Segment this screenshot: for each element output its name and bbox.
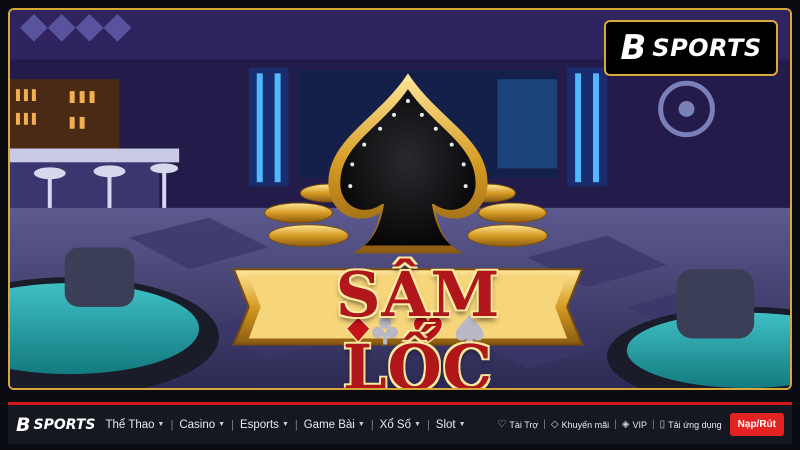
chevron-down-icon: ▼ bbox=[281, 421, 289, 428]
mobile-app-icon: ▯ bbox=[659, 419, 666, 430]
menu-item-label: Slot bbox=[435, 418, 456, 431]
vip-label: VIP bbox=[632, 419, 647, 430]
menu-item-game-bai[interactable]: Game Bài ▼ bbox=[304, 419, 365, 431]
menu-divider: | bbox=[370, 418, 374, 431]
chevron-down-icon: ▼ bbox=[414, 421, 421, 428]
chevron-down-icon: ▼ bbox=[357, 421, 365, 428]
promotion-label: Khuyến mãi bbox=[561, 419, 610, 430]
menu-divider: | bbox=[426, 418, 430, 431]
chevron-down-icon: ▼ bbox=[218, 421, 226, 428]
game-title: SÂM LỐC bbox=[335, 258, 501, 390]
utility-divider: | bbox=[543, 419, 546, 430]
menu-divider: | bbox=[170, 418, 174, 431]
vip-link[interactable]: ◈ VIP bbox=[622, 419, 647, 430]
brand-mark: B bbox=[620, 28, 647, 68]
hero-banner: SÂM LỐC B SPORTS bbox=[8, 8, 792, 390]
brand-name: SPORTS bbox=[652, 34, 762, 62]
menu-item-the-thao[interactable]: Thể Thao ▼ bbox=[106, 419, 165, 431]
chevron-down-icon: ▼ bbox=[157, 421, 165, 428]
download-app-link[interactable]: ▯ Tải ứng dụng bbox=[660, 419, 722, 430]
utility-links: ♡ Tài Trợ | ◇ Khuyến mãi | ◈ VIP | ▯ Tải… bbox=[497, 413, 784, 436]
navbar-brand-name: SPORTS bbox=[33, 416, 96, 433]
menu-divider: | bbox=[231, 418, 234, 431]
download-app-label: Tải ứng dụng bbox=[668, 419, 722, 430]
menu-item-esports[interactable]: Esports ▼ bbox=[240, 419, 289, 431]
diamond-icon: ◈ bbox=[621, 419, 630, 430]
menu-item-label: Game Bài bbox=[303, 418, 355, 431]
menu-item-label: Casino bbox=[179, 418, 216, 431]
menu-item-label: Esports bbox=[239, 418, 279, 431]
menu-item-label: Thể Thao bbox=[105, 418, 155, 431]
menu-item-xo-so[interactable]: Xổ Số ▼ bbox=[380, 419, 421, 431]
menu-item-slot[interactable]: Slot ▼ bbox=[436, 419, 466, 431]
navbar-brand-mark: B bbox=[16, 413, 31, 436]
deposit-withdraw-button[interactable]: Nạp/Rút bbox=[729, 413, 784, 436]
main-menu: Thể Thao ▼ | Casino ▼ | Esports ▼ | Game… bbox=[106, 419, 466, 431]
bottom-navbar: B SPORTS Thể Thao ▼ | Casino ▼ | Esports… bbox=[8, 402, 792, 444]
promotion-link[interactable]: ◇ Khuyến mãi bbox=[551, 419, 609, 430]
chevron-down-icon: ▼ bbox=[458, 421, 466, 428]
sponsor-label: Tài Trợ bbox=[509, 419, 539, 430]
sponsor-link[interactable]: ♡ Tài Trợ bbox=[497, 419, 538, 430]
menu-divider: | bbox=[294, 418, 298, 431]
navbar-logo[interactable]: B SPORTS bbox=[16, 414, 96, 436]
promo-tag-icon: ◇ bbox=[550, 419, 559, 430]
menu-item-casino[interactable]: Casino ▼ bbox=[179, 419, 225, 431]
sponsor-icon: ♡ bbox=[497, 419, 507, 430]
utility-divider: | bbox=[614, 419, 617, 430]
brand-logo-badge: B SPORTS bbox=[604, 20, 778, 76]
utility-divider: | bbox=[651, 419, 655, 430]
menu-item-label: Xổ Số bbox=[379, 418, 411, 431]
